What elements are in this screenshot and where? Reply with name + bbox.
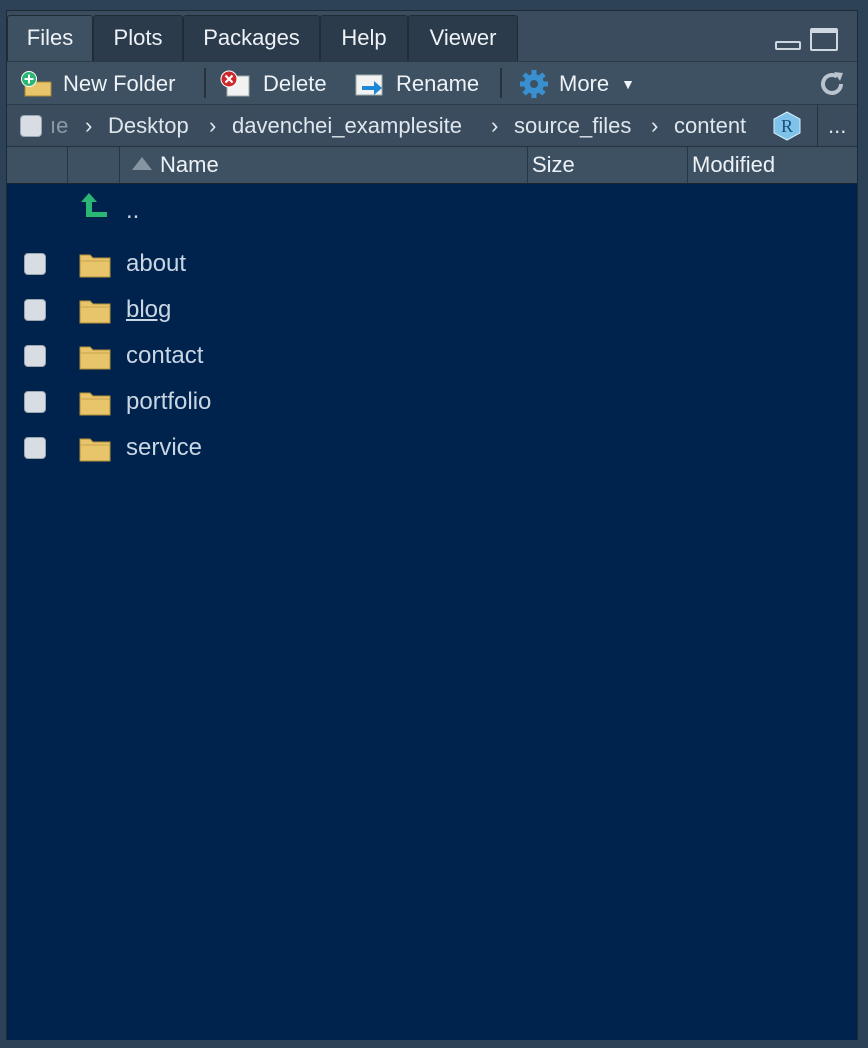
more-label: More: [559, 71, 610, 96]
files-toolbar: New Folder Delete Rename More ▼: [7, 61, 857, 105]
caret-down-icon: ▼: [621, 76, 635, 92]
new-folder-button[interactable]: New Folder: [19, 62, 175, 106]
header-modified-column[interactable]: Modified: [687, 147, 859, 183]
more-menu-button[interactable]: More ▼: [517, 62, 635, 106]
folder-icon: [79, 252, 111, 283]
path-breadcrumb: ıe › Desktop › davenchei_examplesite › s…: [7, 105, 857, 147]
breadcrumb-desktop[interactable]: Desktop: [108, 105, 189, 147]
folder-icon: [79, 390, 111, 421]
new-folder-label: New Folder: [63, 71, 176, 96]
delete-icon: [219, 69, 253, 99]
delete-button[interactable]: Delete: [219, 62, 327, 106]
file-name-link[interactable]: blog: [126, 287, 171, 333]
row-checkbox[interactable]: [24, 391, 46, 413]
header-checkbox-column: [7, 147, 67, 183]
pane-tab-bar: Files Plots Packages Help Viewer: [7, 11, 857, 62]
list-item[interactable]: service: [7, 425, 857, 471]
tab-help[interactable]: Help: [320, 15, 408, 61]
breadcrumb-overflow-button[interactable]: ...: [828, 105, 846, 147]
rename-button[interactable]: Rename: [354, 62, 479, 106]
row-checkbox[interactable]: [24, 299, 46, 321]
gear-icon: [517, 69, 551, 99]
header-size-column[interactable]: Size: [527, 147, 687, 183]
select-all-checkbox[interactable]: [20, 115, 42, 137]
breadcrumb-content[interactable]: content: [674, 105, 746, 147]
file-name-link[interactable]: about: [126, 241, 186, 287]
chevron-right-icon: ›: [85, 113, 93, 138]
sort-ascending-icon: [132, 156, 152, 170]
minimize-pane-button[interactable]: [775, 41, 801, 50]
tab-viewer[interactable]: Viewer: [408, 15, 518, 61]
row-checkbox[interactable]: [24, 345, 46, 367]
list-item[interactable]: portfolio: [7, 379, 857, 425]
list-item[interactable]: about: [7, 241, 857, 287]
breadcrumb-truncated-home[interactable]: ıe: [50, 105, 68, 147]
refresh-button[interactable]: [817, 62, 847, 106]
row-checkbox[interactable]: [24, 253, 46, 275]
list-item-parent-directory[interactable]: ..: [7, 188, 857, 234]
rename-label: Rename: [396, 71, 480, 96]
chevron-right-icon: ›: [209, 113, 217, 138]
list-item[interactable]: contact: [7, 333, 857, 379]
chevron-right-icon: ›: [491, 113, 499, 138]
header-icon-column: [67, 147, 119, 183]
new-folder-icon: [19, 69, 55, 99]
tab-plots[interactable]: Plots: [93, 15, 183, 61]
file-name-link[interactable]: service: [126, 425, 202, 471]
toolbar-separator: [500, 68, 502, 98]
header-name-column[interactable]: Name: [119, 147, 527, 183]
file-list: .. about blog contact portfolio service: [7, 184, 857, 1040]
refresh-icon: [817, 69, 847, 99]
rename-icon: [354, 69, 388, 99]
up-arrow-icon: [79, 191, 109, 226]
tab-packages[interactable]: Packages: [183, 15, 320, 61]
breadcrumb-davenchei-examplesite[interactable]: davenchei_examplesite: [232, 105, 462, 147]
breadcrumb-separator: [817, 105, 818, 147]
files-pane: Files Plots Packages Help Viewer New Fol…: [6, 10, 858, 1040]
maximize-pane-button[interactable]: [810, 28, 838, 51]
file-name-link[interactable]: contact: [126, 333, 203, 379]
chevron-right-icon: ›: [651, 113, 659, 138]
parent-directory-label: ..: [126, 197, 140, 224]
tab-files[interactable]: Files: [7, 15, 93, 62]
file-name-link[interactable]: portfolio: [126, 379, 211, 425]
file-list-header: Name Size Modified: [7, 147, 857, 184]
folder-icon: [79, 436, 111, 467]
row-checkbox[interactable]: [24, 437, 46, 459]
r-project-icon[interactable]: R: [772, 111, 802, 141]
folder-icon: [79, 298, 111, 329]
toolbar-separator: [204, 68, 206, 98]
breadcrumb-source-files[interactable]: source_files: [514, 105, 631, 147]
folder-icon: [79, 344, 111, 375]
list-item[interactable]: blog: [7, 287, 857, 333]
delete-label: Delete: [263, 71, 327, 96]
